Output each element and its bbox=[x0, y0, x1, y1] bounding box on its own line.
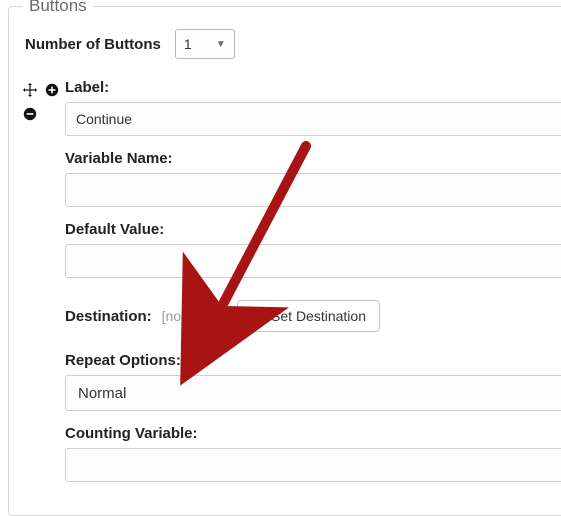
number-of-buttons-select[interactable]: 1 ▼ bbox=[175, 29, 235, 59]
label-input[interactable] bbox=[65, 102, 561, 136]
variable-name-input[interactable] bbox=[65, 173, 561, 207]
set-destination-label: Set Destination bbox=[271, 308, 366, 324]
button-count-row: Number of Buttons 1 ▼ bbox=[25, 29, 561, 59]
destination-value: [no where] bbox=[162, 308, 227, 324]
link-icon bbox=[251, 309, 265, 323]
add-icon[interactable] bbox=[43, 81, 61, 99]
destination-label: Destination: bbox=[65, 308, 152, 325]
move-icon[interactable] bbox=[21, 81, 39, 99]
repeat-options-value: Normal bbox=[78, 385, 126, 402]
buttons-fieldset: Buttons Number of Buttons 1 ▼ bbox=[8, 6, 561, 516]
set-destination-button[interactable]: Set Destination bbox=[237, 300, 380, 332]
chevron-down-icon: ▼ bbox=[216, 39, 226, 50]
number-of-buttons-label: Number of Buttons bbox=[25, 36, 161, 53]
counting-variable-label: Counting Variable: bbox=[65, 425, 561, 442]
fieldset-legend: Buttons bbox=[23, 0, 93, 16]
default-value-label: Default Value: bbox=[65, 221, 561, 238]
counting-variable-input[interactable] bbox=[65, 448, 561, 482]
repeat-options-select[interactable]: Normal bbox=[65, 375, 561, 411]
number-of-buttons-value: 1 bbox=[184, 36, 192, 52]
destination-row: Destination: [no where] Set Destination bbox=[65, 300, 561, 332]
default-value-input[interactable] bbox=[65, 244, 561, 278]
repeat-options-label: Repeat Options: bbox=[65, 352, 561, 369]
variable-name-label: Variable Name: bbox=[65, 150, 561, 167]
label-label: Label: bbox=[65, 79, 561, 96]
remove-icon[interactable] bbox=[21, 105, 39, 123]
button-form: Label: Variable Name: Default Value: Des… bbox=[65, 79, 561, 496]
row-actions bbox=[19, 79, 65, 123]
